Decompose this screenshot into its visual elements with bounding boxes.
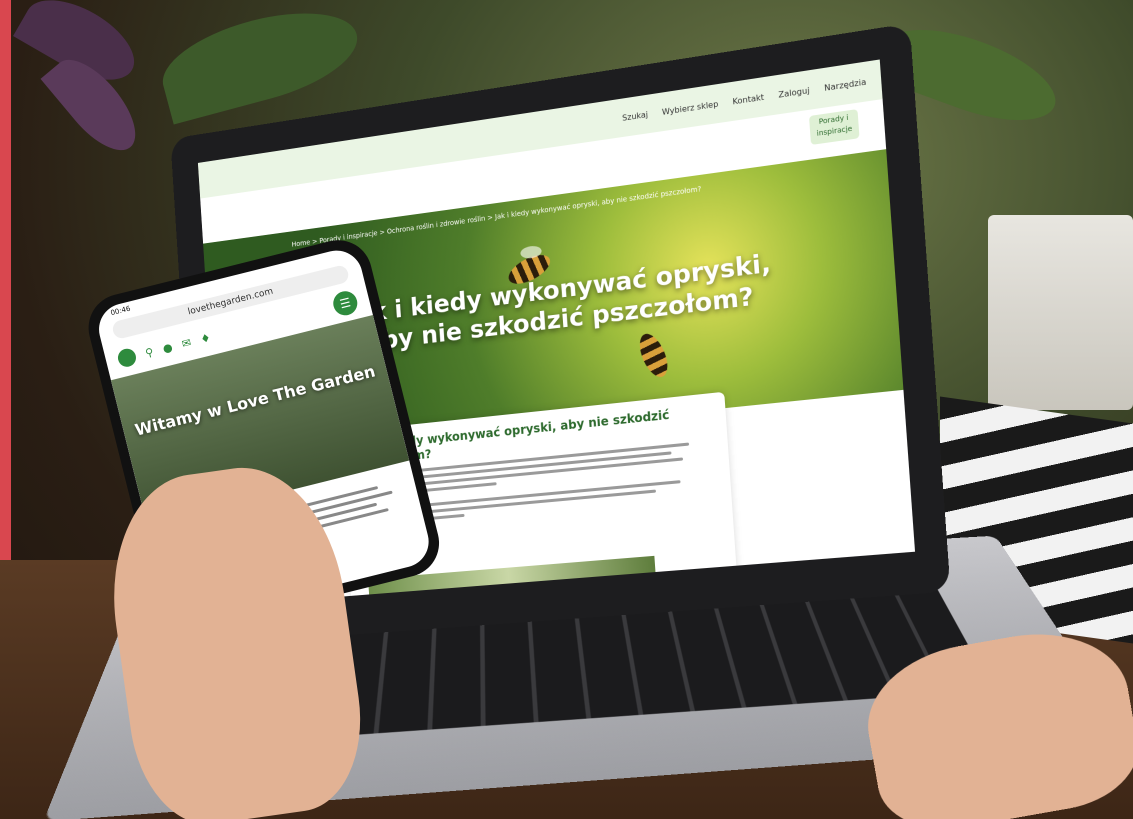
topbar-contact[interactable]: Kontakt <box>732 92 764 106</box>
photo-scene: Szukaj Wybierz sklep Kontakt Zaloguj Nar… <box>0 0 1133 819</box>
accent-strip <box>0 0 11 610</box>
page-title: Jak i kiedy wykonywać opryski, aby nie s… <box>346 248 772 357</box>
mail-icon[interactable]: ✉ <box>180 335 192 350</box>
topbar-login[interactable]: Zaloguj <box>778 85 810 99</box>
menu-icon[interactable]: ☰ <box>330 288 360 318</box>
location-icon[interactable]: ● <box>161 340 173 355</box>
plant-pot <box>988 215 1133 410</box>
topbar-search[interactable]: Szukaj <box>622 109 648 122</box>
advice-button[interactable]: Porady i inspiracje <box>808 109 860 145</box>
shield-icon[interactable]: ♦ <box>199 331 212 346</box>
background-leaf <box>153 0 367 125</box>
site-logo-icon[interactable] <box>116 346 138 369</box>
bee-image <box>634 329 674 382</box>
topbar-store[interactable]: Wybierz sklep <box>662 99 719 116</box>
phone-hero-title: Witamy w Love The Garden <box>133 361 378 440</box>
topbar-tools[interactable]: Narzędzia <box>824 77 867 93</box>
search-icon[interactable]: ⚲ <box>144 345 155 360</box>
